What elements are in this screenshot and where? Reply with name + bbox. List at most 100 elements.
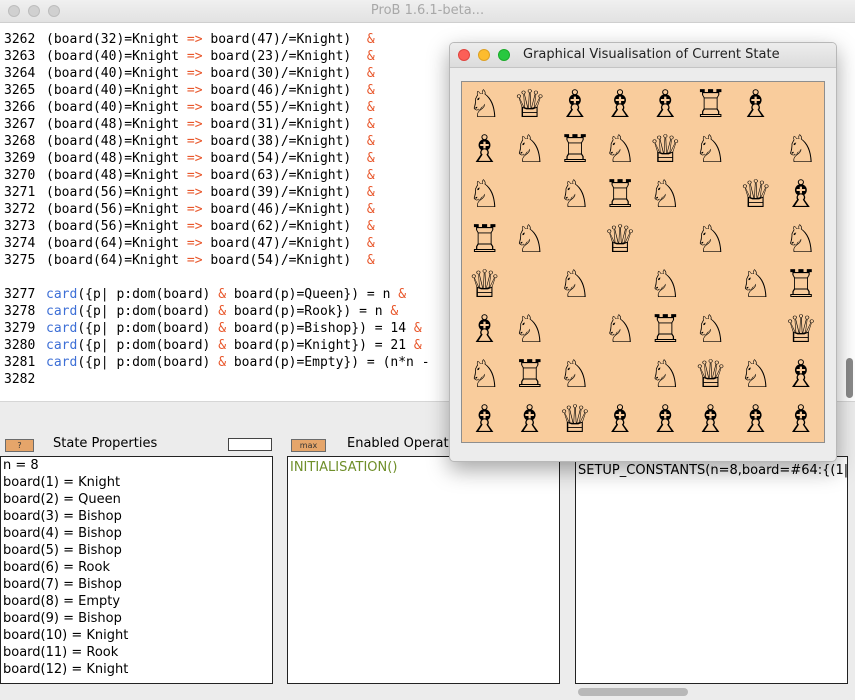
queen-icon[interactable]: ♕ [733,172,778,217]
code-text: (board(40)=Knight [46,66,187,81]
knight-icon[interactable]: ♘ [643,262,688,307]
state-filter-field[interactable] [228,438,272,451]
chess-board[interactable]: ♘ ♕ ♗ ♗ ♗ ♖ ♗ ♗ ♘ ♖ ♘ ♕ ♘ ♘ ♘ ♘ ♖ ♘ ♕ ♗ ♖ ♘ ♕ ♘ ♘ ♕ ♘ ♘ ♘ ♖ ♗ ♘ ♘ ♖ ♘ ♕ ♘ ♖ ♘ ♘… [461,81,825,443]
code-line: 3267 (board(48)=Knight => board(31)/=Knig… [0,116,375,133]
editor-scrollbar-thumb[interactable] [846,358,853,398]
state-property-item[interactable]: board(10) = Knight [1,627,272,644]
bishop-icon[interactable]: ♗ [552,82,597,127]
state-property-item[interactable]: board(11) = Rook [1,644,272,661]
state-help-button[interactable]: ? [5,439,34,452]
bishop-icon[interactable]: ♗ [778,172,823,217]
code-text: (board(40)=Knight [46,49,187,64]
knight-icon[interactable]: ♘ [778,217,823,262]
bishop-icon[interactable]: ♗ [462,307,507,352]
bishop-icon[interactable]: ♗ [643,82,688,127]
knight-icon[interactable]: ♘ [462,82,507,127]
knight-icon[interactable]: ♘ [643,352,688,397]
queen-icon[interactable]: ♕ [778,307,823,352]
bishop-icon[interactable]: ♗ [507,397,552,442]
knight-icon[interactable]: ♘ [733,262,778,307]
empty-square[interactable] [507,262,552,307]
vis-minimize-button[interactable] [478,49,490,61]
knight-icon[interactable]: ♘ [507,217,552,262]
knight-icon[interactable]: ♘ [552,172,597,217]
line-number: 3281 [4,355,36,370]
bishop-icon[interactable]: ♗ [643,397,688,442]
bishop-icon[interactable]: ♗ [778,352,823,397]
knight-icon[interactable]: ♘ [688,127,733,172]
knight-icon[interactable]: ♘ [778,127,823,172]
rook-icon[interactable]: ♖ [598,172,643,217]
state-property-item[interactable]: board(8) = Empty [1,593,272,610]
empty-square[interactable] [507,172,552,217]
queen-icon[interactable]: ♕ [598,217,643,262]
state-property-item[interactable]: board(3) = Bishop [1,508,272,525]
empty-square[interactable] [733,217,778,262]
queen-icon[interactable]: ♕ [507,82,552,127]
empty-square[interactable] [733,127,778,172]
code-text: board(47)/=Knight) [202,236,367,251]
bishop-icon[interactable]: ♗ [778,397,823,442]
bishop-icon[interactable]: ♗ [598,397,643,442]
knight-icon[interactable]: ♘ [507,127,552,172]
state-property-item[interactable]: board(4) = Bishop [1,525,272,542]
bishop-icon[interactable]: ♗ [462,397,507,442]
vis-close-button[interactable] [458,49,470,61]
knight-icon[interactable]: ♘ [733,352,778,397]
rook-icon[interactable]: ♖ [552,127,597,172]
queen-icon[interactable]: ♕ [643,127,688,172]
bishop-icon[interactable]: ♗ [733,397,778,442]
empty-square[interactable] [598,262,643,307]
knight-icon[interactable]: ♘ [552,352,597,397]
empty-square[interactable] [778,82,823,127]
empty-square[interactable] [688,172,733,217]
rook-icon[interactable]: ♖ [778,262,823,307]
state-property-item[interactable]: board(6) = Rook [1,559,272,576]
bishop-icon[interactable]: ♗ [688,397,733,442]
rook-icon[interactable]: ♖ [462,217,507,262]
rook-icon[interactable]: ♖ [643,307,688,352]
vis-zoom-button[interactable] [498,49,510,61]
empty-square[interactable] [598,352,643,397]
queen-icon[interactable]: ♕ [552,397,597,442]
queen-icon[interactable]: ♕ [462,262,507,307]
enabled-operations-list[interactable]: INITIALISATION() [287,456,560,684]
rook-icon[interactable]: ♖ [688,82,733,127]
empty-square[interactable] [552,217,597,262]
bishop-icon[interactable]: ♗ [733,82,778,127]
knight-icon[interactable]: ♘ [462,172,507,217]
knight-icon[interactable]: ♘ [598,127,643,172]
state-property-item[interactable]: board(1) = Knight [1,474,272,491]
history-list[interactable]: SETUP_CONSTANTS(n=8,board=#64:{(1| [575,456,848,684]
state-property-item[interactable]: board(5) = Bishop [1,542,272,559]
knight-icon[interactable]: ♘ [507,307,552,352]
empty-square[interactable] [733,307,778,352]
bishop-icon[interactable]: ♗ [598,82,643,127]
knight-icon[interactable]: ♘ [688,307,733,352]
code-text: board(23)/=Knight) [202,49,367,64]
line-number: 3270 [4,168,36,183]
knight-icon[interactable]: ♘ [598,307,643,352]
queen-icon[interactable]: ♕ [688,352,733,397]
state-property-item[interactable]: n = 8 [1,457,272,474]
state-property-item[interactable]: board(2) = Queen [1,491,272,508]
code-text: (board(56)=Knight [46,219,187,234]
empty-square[interactable] [643,217,688,262]
state-property-item[interactable]: board(12) = Knight [1,661,272,678]
max-operations-button[interactable]: max [291,439,326,452]
rook-icon[interactable]: ♖ [507,352,552,397]
knight-icon[interactable]: ♘ [552,262,597,307]
code-line: 3271 (board(56)=Knight => board(39)/=Knig… [0,184,375,201]
knight-icon[interactable]: ♘ [688,217,733,262]
state-property-item[interactable]: board(9) = Bishop [1,610,272,627]
state-properties-list[interactable]: n = 8 board(1) = Knight board(2) = Queen bo… [0,456,273,684]
knight-icon[interactable]: ♘ [462,352,507,397]
state-property-item[interactable]: board(7) = Bishop [1,576,272,593]
empty-square[interactable] [688,262,733,307]
empty-square[interactable] [552,307,597,352]
knight-icon[interactable]: ♘ [643,172,688,217]
bishop-icon[interactable]: ♗ [462,127,507,172]
history-hscrollbar-thumb[interactable] [578,688,688,696]
code-line: 3268 (board(48)=Knight => board(38)/=Knig… [0,133,375,150]
